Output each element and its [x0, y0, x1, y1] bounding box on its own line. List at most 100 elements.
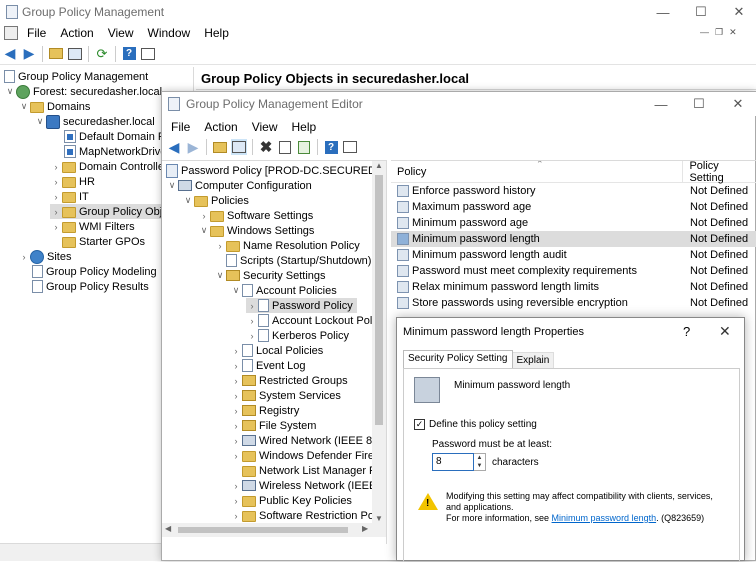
- chevron-right-icon[interactable]: ›: [50, 192, 62, 202]
- tree-item-software-settings[interactable]: › Software Settings: [198, 208, 313, 223]
- view-icon[interactable]: [342, 139, 358, 155]
- chevron-down-icon[interactable]: ∨: [182, 195, 194, 206]
- tree-item-sites[interactable]: › Sites: [18, 249, 71, 264]
- tree-item-kerberos-policy[interactable]: › Kerberos Policy: [246, 328, 349, 343]
- chevron-right-icon[interactable]: ›: [50, 207, 62, 217]
- tree-item-wired-network[interactable]: › Wired Network (IEEE 802.: [230, 433, 387, 448]
- chevron-down-icon[interactable]: ∨: [214, 270, 226, 281]
- gpme-menu-file[interactable]: File: [164, 120, 197, 134]
- chevron-down-icon[interactable]: ∨: [34, 116, 46, 127]
- tree-item-network-list-manager[interactable]: Network List Manager Pc: [242, 463, 382, 478]
- menu-action[interactable]: Action: [53, 26, 100, 40]
- scroll-down-icon[interactable]: ▼: [372, 514, 386, 523]
- list-row[interactable]: Store passwords using reversible encrypt…: [391, 295, 756, 311]
- up-folder-icon[interactable]: [212, 139, 228, 155]
- properties-view-icon[interactable]: [140, 46, 156, 62]
- show-hide-tree-icon[interactable]: [231, 139, 247, 155]
- help-icon[interactable]: ?: [323, 139, 339, 155]
- gpme-menu-view[interactable]: View: [245, 120, 285, 134]
- tree-item-security-settings[interactable]: ∨ Security Settings: [214, 268, 326, 283]
- tree-item-forest[interactable]: ∨ Forest: securedasher.local: [4, 84, 162, 99]
- list-row[interactable]: Minimum password age Not Defined: [391, 215, 756, 231]
- chevron-right-icon[interactable]: ›: [50, 162, 62, 172]
- tree-item-wireless-network[interactable]: › Wireless Network (IEEE 80: [230, 478, 387, 493]
- tree-item-windows-settings[interactable]: ∨ Windows Settings: [198, 223, 314, 238]
- tree-item-file-system[interactable]: › File System: [230, 418, 317, 433]
- gpm-console-icon[interactable]: [4, 26, 18, 40]
- properties-icon[interactable]: [277, 139, 293, 155]
- back-arrow-icon[interactable]: ◀: [2, 45, 18, 62]
- tree-item-account-policies[interactable]: ∨ Account Policies: [230, 283, 337, 298]
- tree-item-system-services[interactable]: › System Services: [230, 388, 341, 403]
- refresh-icon[interactable]: ⟳: [94, 46, 110, 62]
- list-row[interactable]: Maximum password age Not Defined: [391, 199, 756, 215]
- tree-horizontal-scrollbar[interactable]: ◀ ▶: [162, 523, 386, 537]
- chevron-right-icon[interactable]: ›: [246, 331, 258, 341]
- tree-item-wmi-filters[interactable]: › WMI Filters: [50, 219, 135, 234]
- chevron-right-icon[interactable]: ›: [230, 496, 242, 506]
- chevron-right-icon[interactable]: ›: [230, 361, 242, 371]
- chevron-right-icon[interactable]: ›: [230, 376, 242, 386]
- scrollbar-thumb[interactable]: [178, 527, 348, 533]
- define-policy-checkbox[interactable]: ✓: [414, 419, 425, 430]
- menu-help[interactable]: Help: [197, 26, 236, 40]
- column-policy-setting[interactable]: Policy Setting: [683, 161, 756, 184]
- tree-item-group-policy-objects[interactable]: › Group Policy Obje: [50, 204, 173, 219]
- tree-item-gpm-root[interactable]: Group Policy Management: [4, 69, 148, 84]
- tree-item-name-resolution-policy[interactable]: › Name Resolution Policy: [214, 238, 360, 253]
- gpme-close-button[interactable]: ✕: [715, 92, 756, 116]
- scroll-left-icon[interactable]: ◀: [165, 524, 171, 533]
- more-info-link[interactable]: Minimum password length: [552, 513, 657, 523]
- list-row[interactable]: Minimum password length audit Not Defined: [391, 247, 756, 263]
- list-row[interactable]: Enforce password history Not Defined: [391, 183, 756, 199]
- tree-item-event-log[interactable]: › Event Log: [230, 358, 306, 373]
- gpme-menu-action[interactable]: Action: [197, 120, 244, 134]
- help-icon[interactable]: ?: [121, 46, 137, 62]
- chevron-down-icon[interactable]: ∨: [166, 180, 178, 191]
- chevron-right-icon[interactable]: ›: [230, 436, 242, 446]
- chevron-right-icon[interactable]: ›: [230, 406, 242, 416]
- tree-item-default-domain-policy[interactable]: Default Domain P: [64, 129, 165, 144]
- tree-item-windows-defender-firewall[interactable]: › Windows Defender Firew: [230, 448, 382, 463]
- chevron-right-icon[interactable]: ›: [230, 346, 242, 356]
- dialog-help-button[interactable]: ?: [683, 324, 690, 339]
- tree-vertical-scrollbar[interactable]: ▲ ▼: [372, 161, 386, 523]
- forward-arrow-icon[interactable]: ▶: [21, 45, 37, 62]
- dialog-close-button[interactable]: ✕: [719, 323, 731, 340]
- show-hide-tree-icon[interactable]: [67, 46, 83, 62]
- chevron-right-icon[interactable]: ›: [230, 391, 242, 401]
- up-folder-icon[interactable]: [48, 46, 64, 62]
- tree-item-mapnetworkdrive[interactable]: MapNetworkDrive: [64, 144, 166, 159]
- close-button[interactable]: ✕: [716, 0, 756, 24]
- tree-item-password-policy[interactable]: › Password Policy: [246, 298, 357, 313]
- tree-item-domain-controllers[interactable]: › Domain Controlle: [50, 159, 164, 174]
- tree-item-gp-results[interactable]: Group Policy Results: [32, 279, 149, 294]
- chevron-right-icon[interactable]: ›: [230, 511, 242, 521]
- chevron-right-icon[interactable]: ›: [246, 316, 258, 326]
- tree-item-it[interactable]: › IT: [50, 189, 89, 204]
- forward-arrow-icon[interactable]: ▶: [185, 139, 201, 155]
- chevron-right-icon[interactable]: ›: [214, 241, 226, 251]
- tree-item-scripts[interactable]: Scripts (Startup/Shutdown): [226, 253, 371, 268]
- tree-item-gp-modeling[interactable]: Group Policy Modeling: [32, 264, 157, 279]
- scroll-right-icon[interactable]: ▶: [362, 524, 368, 533]
- back-arrow-icon[interactable]: ◀: [166, 139, 182, 155]
- tree-item-account-lockout-policy[interactable]: › Account Lockout Pol: [246, 313, 372, 328]
- tree-item-gpo-root[interactable]: Password Policy [PROD-DC.SECUREDASHE: [166, 163, 386, 178]
- mdi-close-button[interactable]: ✕: [729, 27, 743, 37]
- tree-item-policies[interactable]: ∨ Policies: [182, 193, 249, 208]
- length-input[interactable]: 8: [432, 453, 474, 471]
- chevron-down-icon[interactable]: ∨: [198, 225, 210, 236]
- mdi-restore-button[interactable]: ❐: [715, 27, 729, 37]
- tab-explain[interactable]: Explain: [512, 352, 555, 368]
- delete-icon[interactable]: ✖: [258, 139, 274, 156]
- chevron-down-icon[interactable]: ∨: [18, 101, 30, 112]
- list-row[interactable]: Relax minimum password length limits Not …: [391, 279, 756, 295]
- scrollbar-thumb[interactable]: [375, 175, 383, 425]
- tree-item-software-restriction[interactable]: › Software Restriction Polic: [230, 508, 384, 523]
- menu-file[interactable]: File: [20, 26, 53, 40]
- chevron-right-icon[interactable]: ›: [230, 481, 242, 491]
- tree-item-computer-configuration[interactable]: ∨ Computer Configuration: [166, 178, 312, 193]
- export-list-icon[interactable]: [296, 139, 312, 155]
- chevron-right-icon[interactable]: ›: [230, 421, 242, 431]
